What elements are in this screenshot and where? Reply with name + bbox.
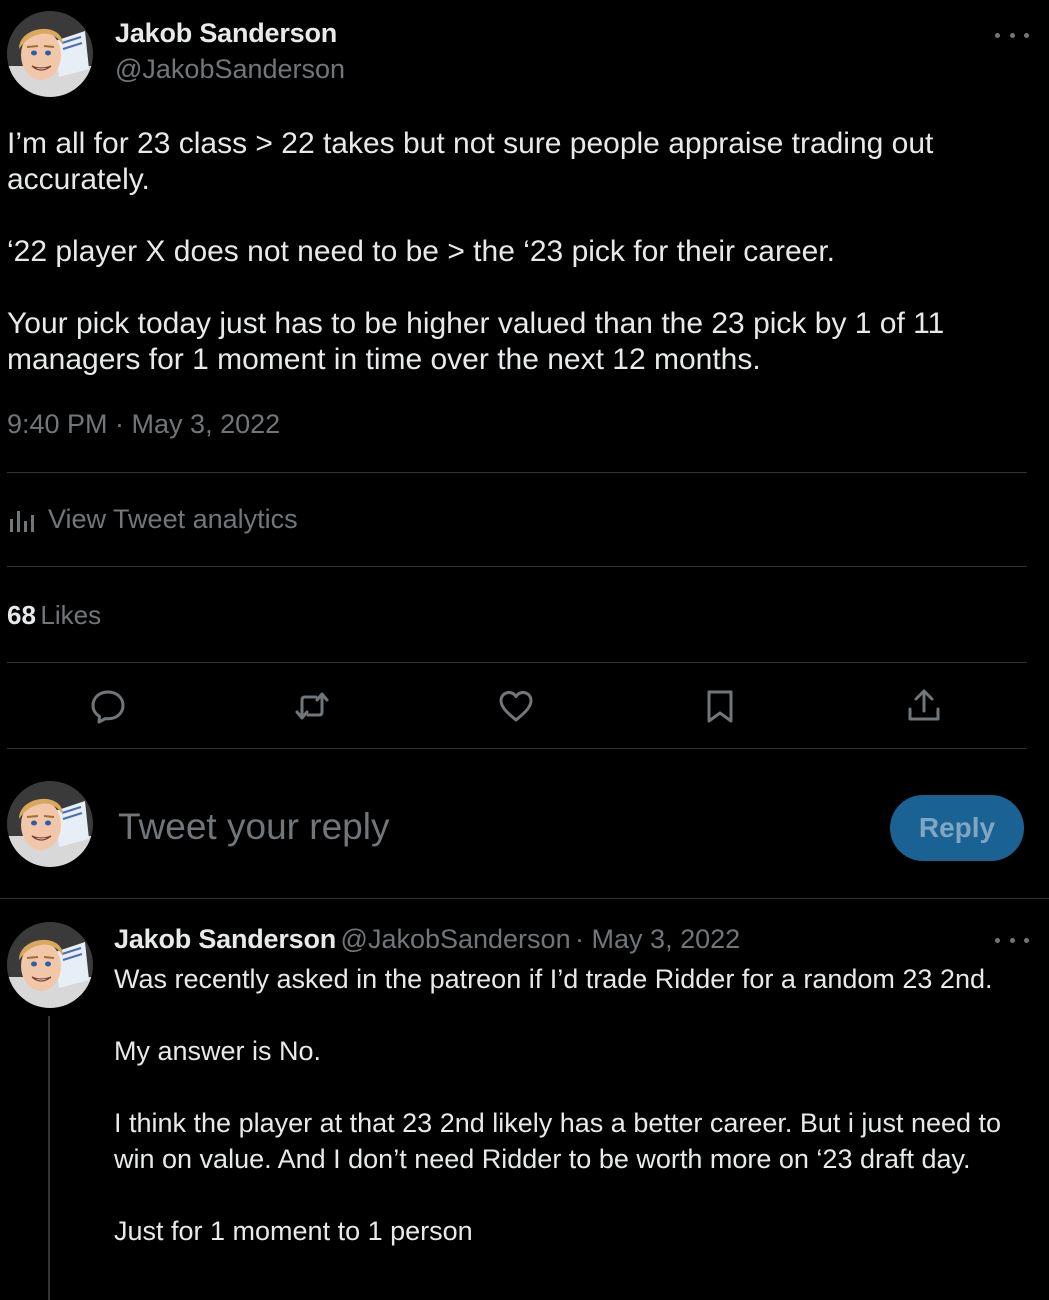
more-options-icon[interactable] xyxy=(995,930,1029,950)
reply-author-name[interactable]: Jakob Sanderson xyxy=(114,924,336,954)
thread-line xyxy=(48,1016,50,1300)
retweet-icon[interactable] xyxy=(293,687,331,725)
avatar-image xyxy=(7,781,93,867)
tweet-timestamp[interactable]: 9:40 PM · May 3, 2022 xyxy=(7,409,280,440)
like-icon[interactable] xyxy=(497,687,535,725)
reply-body: Was recently asked in the patreon if I’d… xyxy=(114,961,1024,1249)
reply-author-handle[interactable]: @JakobSanderson xyxy=(341,924,571,954)
reply-input[interactable]: Tweet your reply xyxy=(118,806,858,848)
reply-icon[interactable] xyxy=(89,687,127,725)
reply-paragraph: Was recently asked in the patreon if I’d… xyxy=(114,964,993,994)
view-analytics-link[interactable]: View Tweet analytics xyxy=(9,504,298,535)
avatar-image xyxy=(7,922,93,1008)
bookmark-icon[interactable] xyxy=(701,687,739,725)
divider xyxy=(7,662,1027,663)
more-options-icon[interactable] xyxy=(995,25,1029,45)
tweet-paragraph: ‘22 player X does not need to be > the ‘… xyxy=(7,235,836,268)
tweet-paragraph: Your pick today just has to be higher va… xyxy=(7,307,945,376)
author-handle[interactable]: @JakobSanderson xyxy=(115,54,345,85)
reply-date[interactable]: · May 3, 2022 xyxy=(575,924,740,954)
avatar-image xyxy=(7,11,93,97)
avatar[interactable] xyxy=(7,781,93,867)
divider xyxy=(7,748,1027,749)
tweet-paragraph: I’m all for 23 class > 22 takes but not … xyxy=(7,127,934,196)
analytics-icon xyxy=(10,510,34,532)
share-icon[interactable] xyxy=(905,687,943,725)
divider xyxy=(7,472,1027,473)
reply-button[interactable]: Reply xyxy=(890,795,1024,861)
reply-paragraph: My answer is No. xyxy=(114,1036,322,1066)
tweet-body: I’m all for 23 class > 22 takes but not … xyxy=(7,126,1017,378)
reply-header: Jakob Sanderson @JakobSanderson · May 3,… xyxy=(114,924,740,955)
reply-paragraph: Just for 1 moment to 1 person xyxy=(114,1216,473,1246)
divider xyxy=(7,566,1027,567)
author-name[interactable]: Jakob Sanderson xyxy=(115,18,337,49)
divider xyxy=(0,898,1049,899)
avatar[interactable] xyxy=(7,922,93,1008)
likes-count: 68 xyxy=(7,600,36,630)
avatar[interactable] xyxy=(7,11,93,97)
analytics-label: View Tweet analytics xyxy=(48,504,298,534)
likes-label: Likes xyxy=(40,600,102,630)
reply-paragraph: I think the player at that 23 2nd likely… xyxy=(114,1108,1002,1174)
likes-stat[interactable]: 68 Likes xyxy=(7,600,101,631)
